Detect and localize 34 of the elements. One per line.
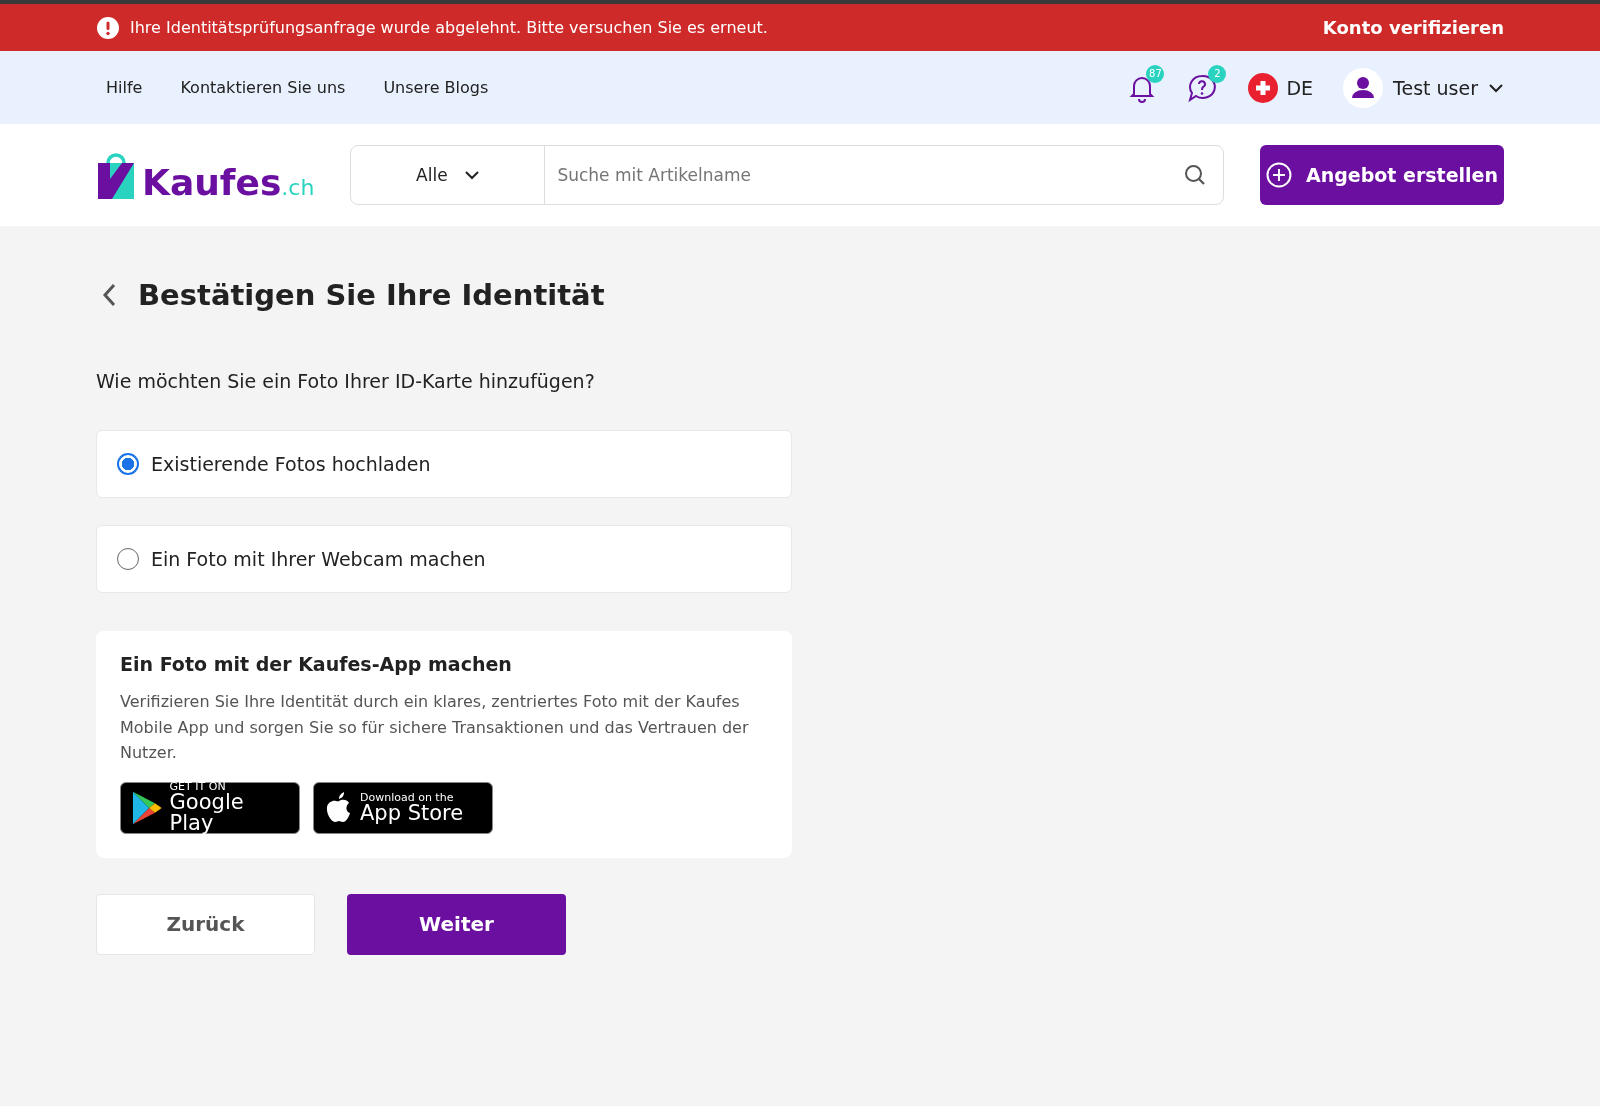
search-field[interactable]: Suche mit Artikelname <box>545 165 1183 185</box>
alert-message: Ihre Identitätsprüfungsanfrage wurde abgelehnt. Bitte versuchen Sie es erneut. <box>130 18 768 37</box>
next-button[interactable]: Weiter <box>347 893 566 955</box>
create-offer-button[interactable]: Angebot erstellen <box>1260 145 1504 205</box>
logo-wordmark[interactable]: Kaufes.ch <box>142 165 315 201</box>
upload-option-card[interactable]: Ein Foto mit Ihrer Webcam machen <box>96 525 792 593</box>
google-play-badge[interactable]: GET IT ON Google Play <box>120 781 300 834</box>
question-text: Wie möchten Sie ein Foto Ihrer ID-Karte hinzufügen? <box>96 370 596 392</box>
radio-button[interactable] <box>117 453 139 475</box>
app-store-badge[interactable]: Download on the App Store <box>313 781 493 834</box>
search-icon[interactable] <box>1183 163 1207 187</box>
option-label[interactable]: Ein Foto mit Ihrer Webcam machen <box>151 548 486 570</box>
verify-account-link[interactable]: Konto verifizieren <box>1322 17 1504 38</box>
option-label[interactable]: Existierende Fotos hochladen <box>151 453 431 475</box>
language-selector[interactable]: DE <box>1286 76 1314 99</box>
page-title: Bestätigen Sie Ihre Identität <box>138 278 605 312</box>
app-card-title: Ein Foto mit der Kaufes-App machen <box>120 653 513 675</box>
chevron-down-icon <box>463 170 480 180</box>
notification-count-badge: 87 <box>1146 64 1165 83</box>
chevron-down-icon[interactable] <box>1488 82 1504 93</box>
user-avatar-icon[interactable] <box>1343 67 1384 108</box>
radio-button[interactable] <box>117 548 139 570</box>
app-card-description: Verifizieren Sie Ihre Identität durch ein klares, zentriertes Foto mit der Kaufes Mobile App und sorgen Sie so für sichere Transaktionen und das Vertrauen der Nutzer. <box>120 691 750 764</box>
back-button[interactable]: Zurück <box>96 893 315 955</box>
nav-link[interactable]: Kontaktieren Sie uns <box>180 78 346 97</box>
user-name[interactable]: Test user <box>1393 76 1478 99</box>
nav-link[interactable]: Unsere Blogs <box>383 78 489 97</box>
exclamation-icon <box>96 15 120 40</box>
upload-option-card[interactable]: Existierende Fotos hochladen <box>96 430 792 498</box>
swiss-flag-icon <box>1248 72 1279 103</box>
category-dropdown[interactable]: Alle <box>351 146 546 204</box>
plus-circle-icon <box>1266 162 1292 188</box>
nav-link[interactable]: Hilfe <box>106 78 143 97</box>
message-count-badge: 2 <box>1208 64 1227 83</box>
